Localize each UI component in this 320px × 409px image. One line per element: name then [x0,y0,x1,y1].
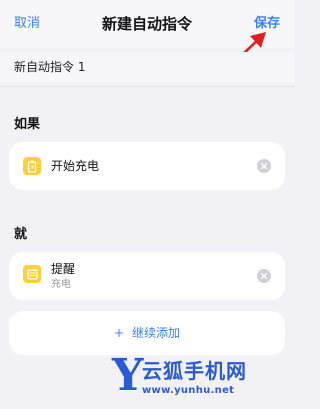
add-more-label: 继续添加 [131,326,180,340]
action-card: 提醒 充电 [9,252,285,300]
page-title: 新建自动指令 [101,15,192,33]
add-more-card: + 继续添加 [9,311,285,355]
reminder-icon [23,265,41,283]
remove-action-button[interactable] [257,269,271,283]
automation-name-value: 新自动指令 1 [14,60,86,74]
automation-name-field[interactable]: 新自动指令 1 [0,52,294,82]
top-bar: 取消 新建自动指令 保存 [0,0,294,48]
then-section-heading: 就 [14,227,28,242]
close-icon [260,162,268,170]
watermark-title: 云狐手机网 [142,359,247,383]
trigger-item[interactable]: 开始充电 [23,142,271,190]
save-button[interactable]: 保存 [254,16,280,32]
plus-icon: + [114,326,125,340]
close-icon [260,272,268,280]
if-section-heading: 如果 [14,117,41,132]
automation-editor: 取消 新建自动指令 保存 新自动指令 1 如果 开始充电 就 提醒 充电 + 继… [0,0,294,409]
action-item[interactable]: 提醒 充电 [23,252,271,300]
watermark-logo: Y 云狐手机网 www.yunhu.net [112,352,287,406]
watermark-url: www.yunhu.net [142,385,235,396]
add-more-button[interactable]: + 继续添加 [9,326,285,340]
action-title: 提醒 [51,262,76,276]
trigger-title: 开始充电 [51,159,100,173]
remove-trigger-button[interactable] [257,159,271,173]
watermark-letter: Y [112,350,144,401]
trigger-card: 开始充电 [9,142,285,190]
battery-charging-icon [23,157,41,175]
divider [0,86,294,87]
action-subtitle: 充电 [51,279,71,290]
